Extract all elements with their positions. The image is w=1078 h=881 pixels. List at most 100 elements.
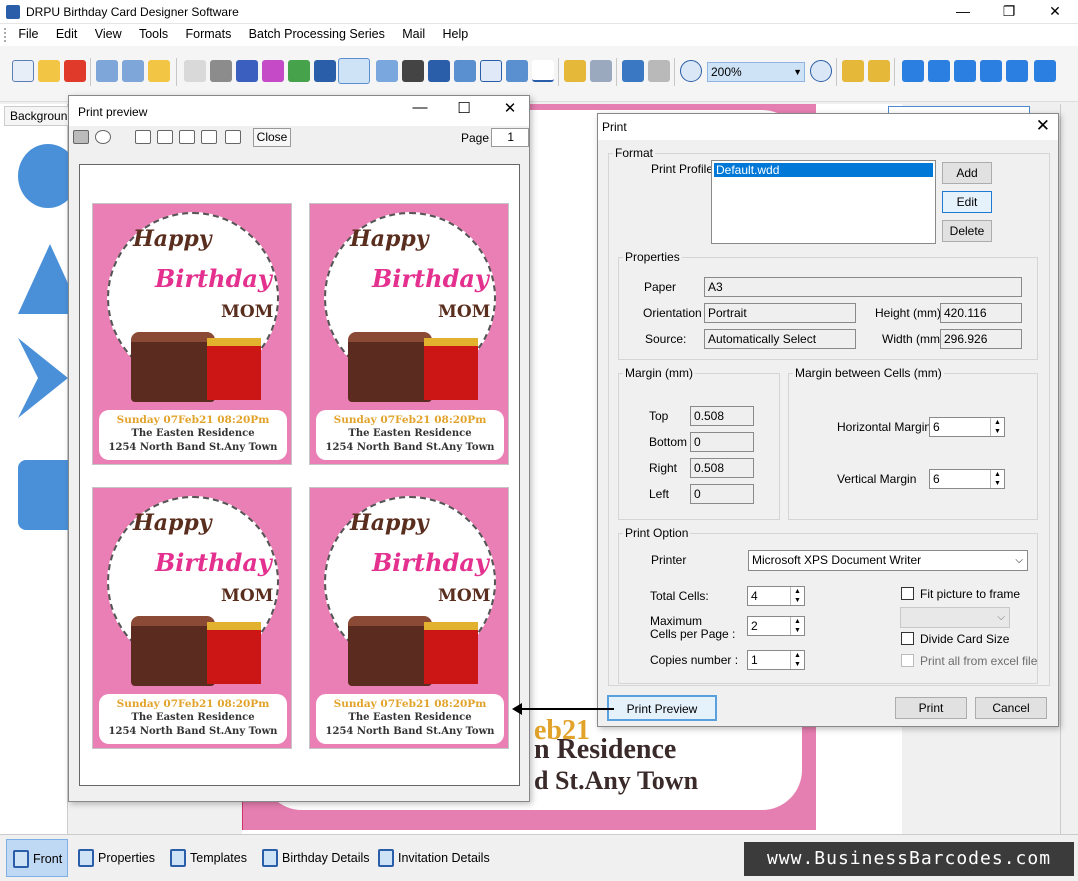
undo-icon[interactable] xyxy=(622,60,644,82)
fit-picture-checkbox[interactable] xyxy=(901,587,914,600)
right-margin-field[interactable]: 0.508 xyxy=(690,458,754,478)
width-field[interactable]: 296.926 xyxy=(940,329,1022,349)
chevron-down-icon[interactable]: ⌵ xyxy=(1015,551,1023,570)
pen-icon[interactable] xyxy=(314,60,336,82)
maximize-icon[interactable]: ☐ xyxy=(449,99,479,117)
page-number-input[interactable]: 1 xyxy=(491,128,529,147)
arrow-up-icon[interactable] xyxy=(980,60,1002,82)
six-pages-icon[interactable] xyxy=(225,130,241,144)
watermark-icon[interactable] xyxy=(376,60,398,82)
menu-file[interactable]: File xyxy=(11,24,45,44)
line-icon[interactable] xyxy=(532,60,554,82)
menu-tools[interactable]: Tools xyxy=(132,24,175,44)
text-icon[interactable] xyxy=(428,60,450,82)
bottom-margin-field[interactable]: 0 xyxy=(690,432,754,452)
save-icon[interactable] xyxy=(96,60,118,82)
delete-profile-button[interactable]: Delete xyxy=(942,220,992,242)
printer-select[interactable]: Microsoft XPS Document Writer ⌵ xyxy=(748,550,1028,571)
menu-batch-processing[interactable]: Batch Processing Series xyxy=(242,24,392,44)
open-folder-icon[interactable] xyxy=(38,60,60,82)
spinner-arrows-icon[interactable]: ▲ ▼ xyxy=(790,651,804,669)
arrow-right-icon[interactable] xyxy=(954,60,976,82)
align-icon[interactable] xyxy=(1006,60,1028,82)
close-icon[interactable]: ✕ xyxy=(495,99,525,117)
print-profile-item[interactable]: Default.wdd xyxy=(714,163,933,177)
four-pages-icon[interactable] xyxy=(201,130,217,144)
new-file-icon[interactable] xyxy=(12,60,34,82)
tab-front[interactable]: Front xyxy=(6,839,68,877)
horizontal-margin-spinner[interactable]: 6 ▲ ▼ xyxy=(929,417,1005,437)
two-pages-icon[interactable] xyxy=(157,130,173,144)
chevron-down-icon[interactable]: ▼ xyxy=(793,63,802,81)
minimize-icon[interactable]: — xyxy=(405,99,435,116)
vertical-margin-spinner[interactable]: 6 ▲ ▼ xyxy=(929,469,1005,489)
arrow-shape-icon[interactable] xyxy=(18,338,68,418)
printer-icon[interactable] xyxy=(73,130,89,144)
mail-icon[interactable] xyxy=(506,60,528,82)
flip-icon[interactable] xyxy=(928,60,950,82)
print-profile-list[interactable]: Default.wdd xyxy=(711,160,936,244)
orientation-field[interactable]: Portrait xyxy=(704,303,856,323)
restore-button[interactable]: ❐ xyxy=(986,0,1032,24)
magnifier-icon[interactable] xyxy=(95,130,111,144)
cancel-button[interactable]: Cancel xyxy=(975,697,1047,719)
tab-birthday-details[interactable]: Birthday Details xyxy=(256,839,378,877)
spinner-arrows-icon[interactable]: ▲ ▼ xyxy=(990,418,1004,436)
zoom-out-icon[interactable] xyxy=(810,60,832,82)
fit-mode-select[interactable]: ⌵ xyxy=(900,607,1010,628)
three-pages-icon[interactable] xyxy=(179,130,195,144)
lock-icon[interactable] xyxy=(842,60,864,82)
edit-profile-button[interactable]: Edit xyxy=(942,191,992,213)
copy-icon[interactable] xyxy=(236,60,258,82)
tab-invitation-details[interactable]: Invitation Details xyxy=(372,839,498,877)
close-file-icon[interactable] xyxy=(64,60,86,82)
spinner-arrows-icon[interactable]: ▲ ▼ xyxy=(990,470,1004,488)
menu-help[interactable]: Help xyxy=(435,24,475,44)
print-preview-button[interactable]: Print Preview xyxy=(607,695,717,721)
canvas-venue-text[interactable]: n Residence xyxy=(534,734,676,766)
print-setup-icon[interactable] xyxy=(184,60,206,82)
divide-card-checkbox[interactable] xyxy=(901,632,914,645)
print-icon[interactable] xyxy=(210,60,232,82)
left-margin-field[interactable]: 0 xyxy=(690,484,754,504)
top-margin-field[interactable]: 0.508 xyxy=(690,406,754,426)
menu-view[interactable]: View xyxy=(88,24,129,44)
save-as-icon[interactable] xyxy=(122,60,144,82)
spinner-arrows-icon[interactable]: ▲ ▼ xyxy=(790,587,804,605)
unlock-icon[interactable] xyxy=(868,60,890,82)
arrow-down-icon[interactable] xyxy=(1034,60,1056,82)
close-icon[interactable]: ✕ xyxy=(1036,116,1050,136)
spinner-arrows-icon[interactable]: ▲ ▼ xyxy=(790,617,804,635)
print-all-excel-checkbox[interactable] xyxy=(901,654,914,667)
picture-tool-icon[interactable] xyxy=(338,58,370,84)
redo-icon[interactable] xyxy=(648,60,670,82)
menu-mail[interactable]: Mail xyxy=(395,24,432,44)
canvas-address-text[interactable]: d St.Any Town xyxy=(534,766,698,796)
total-cells-spinner[interactable]: 4 ▲ ▼ xyxy=(747,586,805,606)
export-icon[interactable] xyxy=(148,60,170,82)
text-box-icon[interactable] xyxy=(454,60,476,82)
arrow-left-icon[interactable] xyxy=(902,60,924,82)
tab-properties[interactable]: Properties xyxy=(72,839,163,877)
paper-field[interactable]: A3 xyxy=(704,277,1022,297)
barcode-icon[interactable] xyxy=(402,60,424,82)
signature-icon[interactable] xyxy=(480,60,502,82)
zoom-in-icon[interactable] xyxy=(680,60,702,82)
preview-close-button[interactable]: Close xyxy=(253,128,291,147)
database-icon[interactable] xyxy=(564,60,586,82)
max-cells-spinner[interactable]: 2 ▲ ▼ xyxy=(747,616,805,636)
image-icon[interactable] xyxy=(288,60,310,82)
copies-spinner[interactable]: 1 ▲ ▼ xyxy=(747,650,805,670)
database-settings-icon[interactable] xyxy=(590,60,612,82)
zoom-combo[interactable]: 200% ▼ xyxy=(707,62,805,82)
print-button[interactable]: Print xyxy=(895,697,967,719)
menu-formats[interactable]: Formats xyxy=(178,24,238,44)
tab-templates[interactable]: Templates xyxy=(164,839,255,877)
add-profile-button[interactable]: Add xyxy=(942,162,992,184)
gift-icon[interactable] xyxy=(262,60,284,82)
minimize-button[interactable]: — xyxy=(940,0,986,24)
menu-edit[interactable]: Edit xyxy=(49,24,85,44)
one-page-icon[interactable] xyxy=(135,130,151,144)
source-field[interactable]: Automatically Select xyxy=(704,329,856,349)
height-field[interactable]: 420.116 xyxy=(940,303,1022,323)
